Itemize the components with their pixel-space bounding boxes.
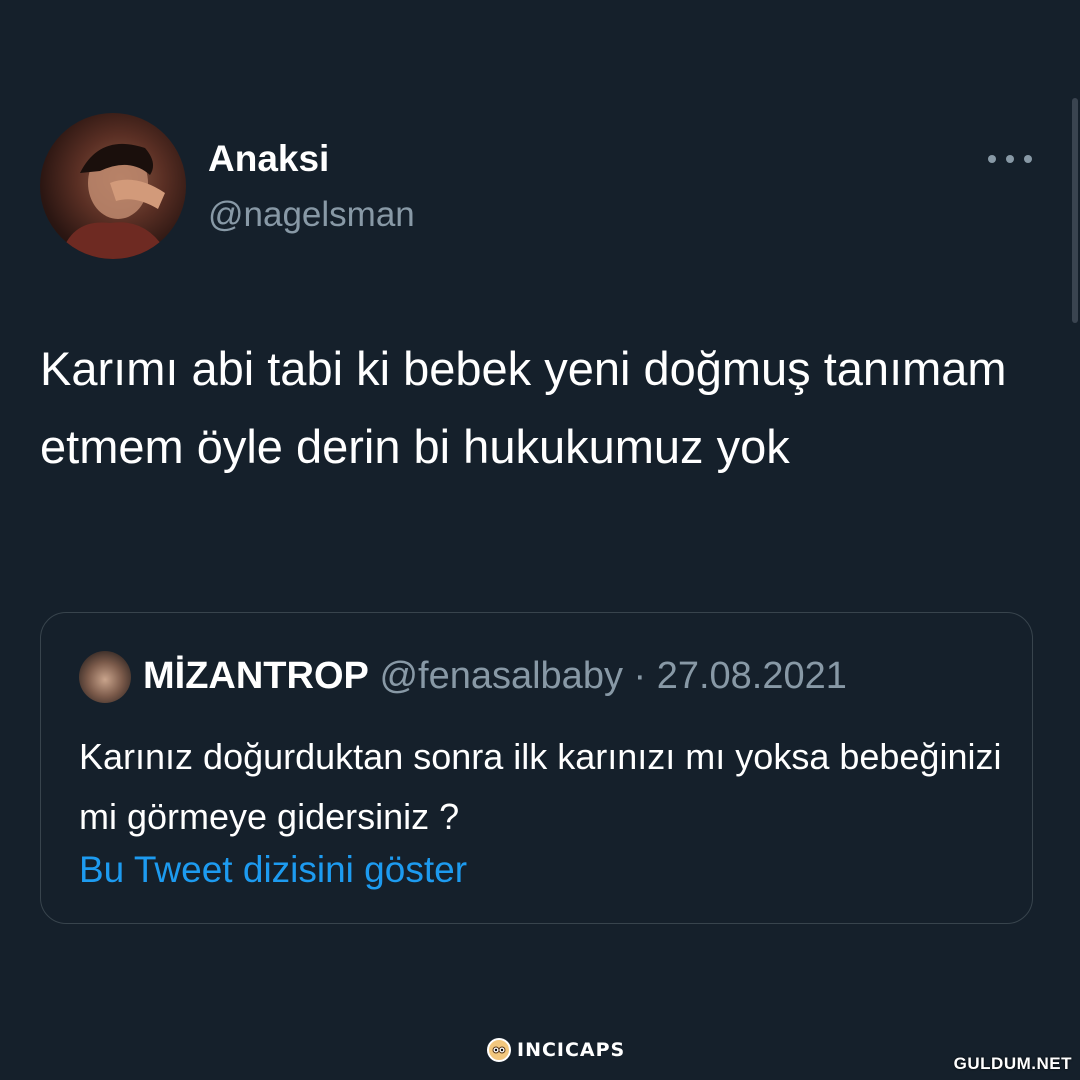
scrollbar[interactable]	[1072, 98, 1078, 323]
show-thread-link[interactable]: Bu Tweet dizisini göster	[79, 849, 467, 891]
more-dot	[988, 155, 996, 163]
quoted-author-avatar[interactable]	[79, 651, 131, 703]
watermark: GULDUM.NET	[953, 1054, 1072, 1073]
avatar-photo	[60, 143, 170, 259]
author-handle[interactable]: @nagelsman	[208, 195, 415, 235]
more-dot	[1006, 155, 1014, 163]
brand-name: INCICAPS	[517, 1039, 626, 1061]
incicaps-brand: INCICAPS	[487, 1038, 625, 1062]
tweet-text: Karımı abi tabi ki bebek yeni doğmuş tan…	[40, 342, 1007, 473]
quoted-tweet-meta: @fenasalbaby · 27.08.2021	[379, 655, 847, 697]
author-name[interactable]: Anaksi	[208, 138, 329, 180]
more-horizontal-icon[interactable]	[988, 148, 1032, 170]
more-dot	[1024, 155, 1032, 163]
author-avatar[interactable]	[40, 113, 186, 259]
quoted-author-name[interactable]: MİZANTROP	[143, 655, 369, 697]
owl-logo-icon	[487, 1038, 511, 1062]
quoted-tweet-text: Karınız doğurduktan sonra ilk karınızı m…	[79, 736, 1002, 837]
quoted-tweet-header: MİZANTROP @fenasalbaby · 27.08.2021	[143, 655, 847, 698]
quoted-tweet-card[interactable]: MİZANTROP @fenasalbaby · 27.08.2021 Karı…	[40, 612, 1033, 924]
